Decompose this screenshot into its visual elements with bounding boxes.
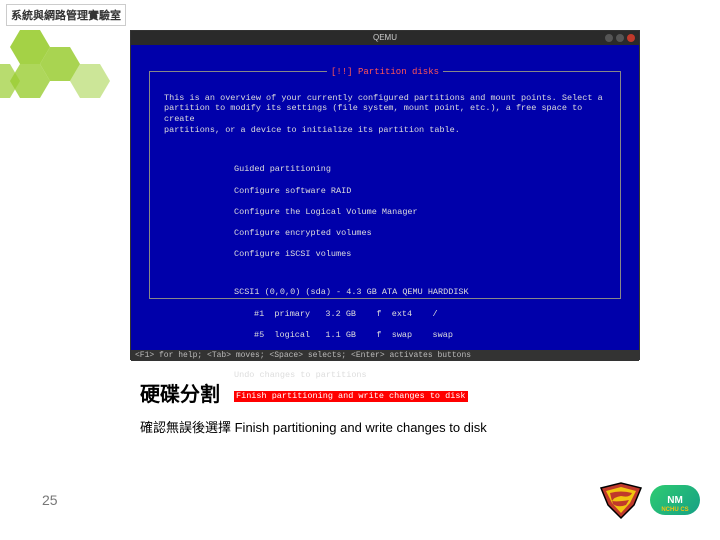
menu-raid[interactable]: Configure software RAID	[234, 186, 606, 197]
menu-lvm[interactable]: Configure the Logical Volume Manager	[234, 207, 606, 218]
qemu-title: QEMU	[373, 33, 397, 42]
dialog-frame: [!!] Partition disks This is an overview…	[149, 71, 621, 299]
qemu-titlebar: QEMU	[131, 31, 639, 45]
help-bar: <F1> for help; <Tab> moves; <Space> sele…	[131, 350, 639, 361]
window-controls	[605, 34, 635, 42]
slide-caption: 硬碟分割 確認無誤後選擇 Finish partitioning and wri…	[140, 378, 487, 436]
nmlab-logo: NM NCHU CS	[650, 485, 700, 515]
maximize-icon[interactable]	[616, 34, 624, 42]
hexagon-decoration	[0, 20, 130, 125]
installer-screen: [!!] Partition disks This is an overview…	[131, 45, 639, 361]
footer-logos: NM NCHU CS	[596, 480, 700, 520]
qemu-screenshot: QEMU [!!] Partition disks This is an ove…	[130, 30, 640, 360]
minimize-icon[interactable]	[605, 34, 613, 42]
nmlab-text: NM	[667, 495, 683, 506]
caption-subtitle: 確認無誤後選擇 Finish partitioning and write ch…	[140, 417, 487, 436]
slide-header: 系統與網路管理實驗室	[6, 4, 126, 26]
caption-title: 硬碟分割	[140, 378, 487, 407]
partition-1[interactable]: #1 primary 3.2 GB f ext4 /	[254, 309, 606, 320]
superman-logo-icon	[596, 480, 646, 520]
menu-encrypted[interactable]: Configure encrypted volumes	[234, 228, 606, 239]
close-icon[interactable]	[627, 34, 635, 42]
partition-5[interactable]: #5 logical 1.1 GB f swap swap	[254, 330, 606, 341]
dialog-intro: This is an overview of your currently co…	[164, 93, 603, 135]
lab-title: 系統與網路管理實驗室	[6, 4, 126, 26]
nmlab-subtext: NCHU CS	[661, 507, 688, 513]
menu-iscsi[interactable]: Configure iSCSI volumes	[234, 249, 606, 260]
dialog-title: [!!] Partition disks	[327, 67, 443, 77]
device-sda[interactable]: SCSI1 (0,0,0) (sda) - 4.3 GB ATA QEMU HA…	[234, 287, 606, 298]
page-number: 25	[42, 492, 58, 508]
menu-guided[interactable]: Guided partitioning	[234, 164, 606, 175]
